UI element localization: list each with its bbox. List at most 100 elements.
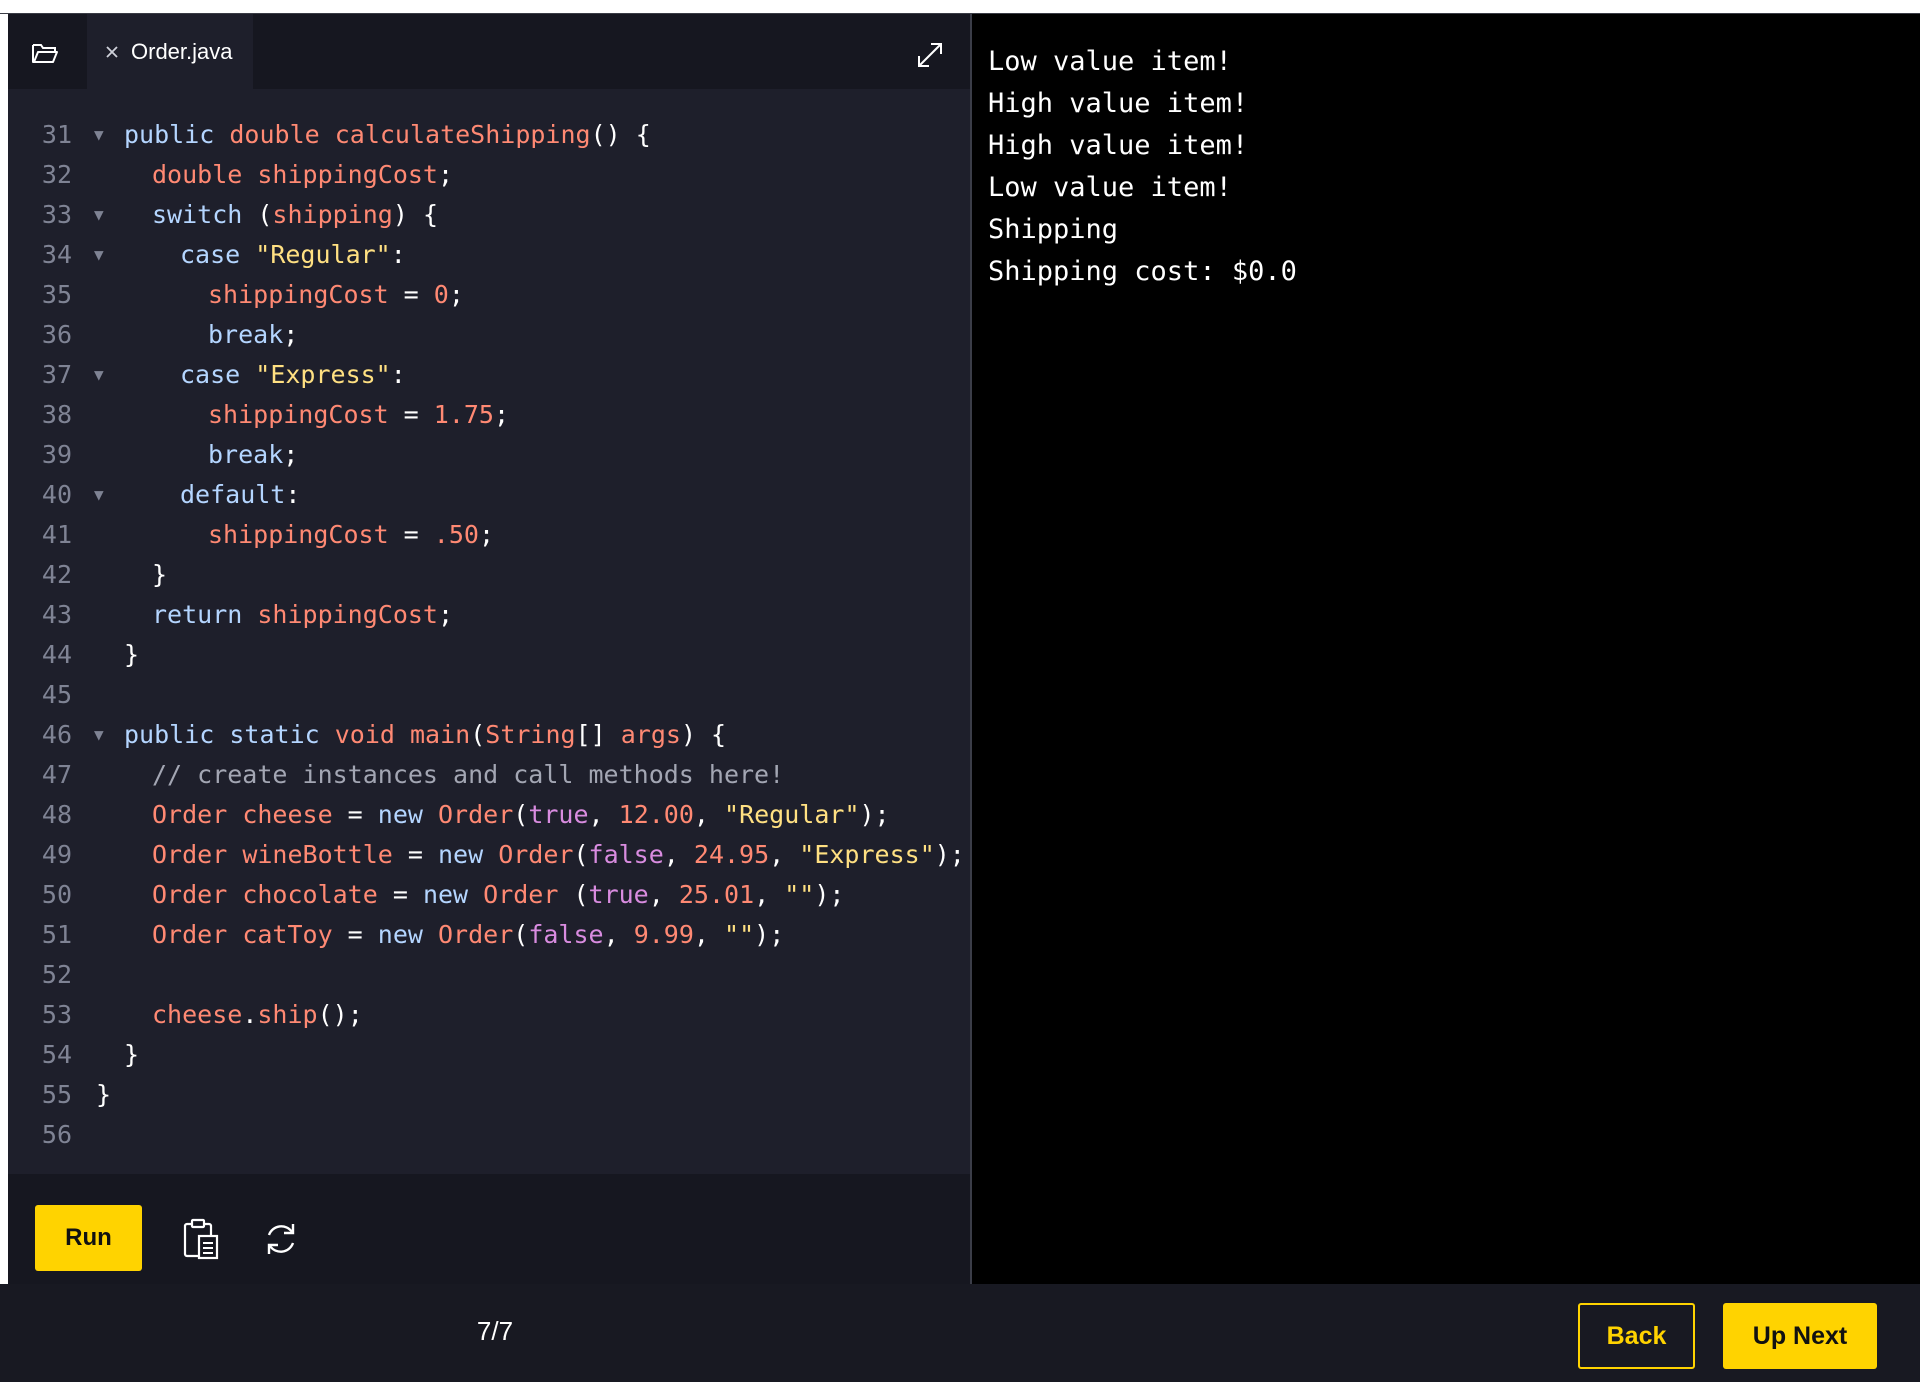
top-border xyxy=(0,0,1920,14)
code-line[interactable]: 51 Order catToy = new Order(false, 9.99, … xyxy=(8,915,970,955)
fold-caret-icon[interactable]: ▼ xyxy=(94,475,114,515)
code-token: , xyxy=(754,880,785,909)
code-token: new xyxy=(422,880,484,909)
code-text: public static void main(String[] args) { xyxy=(124,715,726,755)
close-icon[interactable] xyxy=(103,43,121,61)
code-line[interactable]: 49 Order wineBottle = new Order(false, 24… xyxy=(8,835,970,875)
line-number: 33 xyxy=(41,200,72,229)
code-line[interactable]: 48 Order cheese = new Order(true, 12.00, … xyxy=(8,795,970,835)
fold-caret-icon[interactable]: ▼ xyxy=(94,115,114,155)
code-token: .50 xyxy=(433,520,479,549)
code-token: = xyxy=(388,400,434,429)
line-number: 51 xyxy=(41,920,72,949)
code-token: shippingCost xyxy=(208,280,389,309)
code-text: shippingCost = 0; xyxy=(208,275,464,315)
code-token: catToy xyxy=(242,920,333,949)
code-line[interactable]: 45 xyxy=(8,675,970,715)
code-token: cheese xyxy=(242,800,333,829)
fold-caret-icon[interactable]: ▼ xyxy=(94,235,114,275)
code-line[interactable]: 37 ▼ case "Express": xyxy=(8,355,970,395)
expand-icon[interactable] xyxy=(913,38,947,72)
code-token: double xyxy=(152,160,258,189)
code-token: ; xyxy=(437,600,454,629)
code-line[interactable]: 53 cheese.ship(); xyxy=(8,995,970,1035)
code-line[interactable]: 43 return shippingCost; xyxy=(8,595,970,635)
line-number: 53 xyxy=(41,1000,72,1029)
code-token: true xyxy=(528,800,589,829)
tab-order-java[interactable]: Order.java xyxy=(87,14,253,89)
code-text: break; xyxy=(208,435,298,475)
code-token: ; xyxy=(478,520,494,549)
code-text: } xyxy=(152,555,167,595)
code-token: 1.75 xyxy=(433,400,494,429)
code-token: Order xyxy=(438,920,514,949)
code-token: . xyxy=(242,1000,258,1029)
back-button[interactable]: Back xyxy=(1578,1303,1695,1369)
code-token: chocolate xyxy=(242,880,378,909)
code-token: Order xyxy=(483,880,574,909)
code-token: Order xyxy=(438,800,514,829)
code-line[interactable]: 33 ▼ switch (shipping) { xyxy=(8,195,970,235)
code-token: ; xyxy=(494,400,510,429)
code-text: shippingCost = .50; xyxy=(208,515,494,555)
code-line[interactable]: 56 xyxy=(8,1115,970,1155)
app-window: Order.java 31 ▼ public double calculateShi… xyxy=(0,0,1920,1382)
run-button[interactable]: Run xyxy=(35,1205,142,1271)
code-token: return xyxy=(152,600,258,629)
line-number: 47 xyxy=(41,760,72,789)
folder-icon[interactable] xyxy=(28,36,62,70)
code-text: double shippingCost; xyxy=(152,155,453,195)
code-token: new xyxy=(377,800,438,829)
output-line: Shipping xyxy=(988,214,1119,245)
code-token: , xyxy=(663,840,694,869)
code-token: Order xyxy=(152,800,243,829)
fold-caret-icon[interactable]: ▼ xyxy=(94,715,114,755)
clipboard-icon[interactable] xyxy=(178,1216,224,1262)
code-token: ); xyxy=(934,840,965,869)
code-line[interactable]: 35 shippingCost = 0; xyxy=(8,275,970,315)
output-line: Shipping cost: $0.0 xyxy=(988,256,1297,287)
code-token: } xyxy=(152,560,168,589)
code-token: "" xyxy=(784,880,815,909)
fold-caret-icon[interactable]: ▼ xyxy=(94,355,114,395)
code-line[interactable]: 50 Order chocolate = new Order (true, 25.… xyxy=(8,875,970,915)
code-line[interactable]: 52 xyxy=(8,955,970,995)
line-number: 56 xyxy=(41,1120,72,1149)
line-number: 39 xyxy=(41,440,72,469)
code-line[interactable]: 54} xyxy=(8,1035,970,1075)
code-token: ( xyxy=(513,800,529,829)
code-line[interactable]: 44} xyxy=(8,635,970,675)
code-token: Order xyxy=(498,840,574,869)
line-number: 45 xyxy=(41,680,72,709)
left-border xyxy=(0,14,8,1284)
code-line[interactable]: 31 ▼ public double calculateShipping() { xyxy=(8,115,970,155)
code-text: Order wineBottle = new Order(false, 24.9… xyxy=(152,835,965,875)
code-line[interactable]: 42} xyxy=(8,555,970,595)
code-area[interactable]: 31 ▼ public double calculateShipping() {32… xyxy=(8,89,970,1174)
code-editor-panel: Order.java 31 ▼ public double calculateShi… xyxy=(8,14,970,1284)
code-line[interactable]: 36 break; xyxy=(8,315,970,355)
code-line[interactable]: 41 shippingCost = .50; xyxy=(8,515,970,555)
up-next-button[interactable]: Up Next xyxy=(1723,1303,1877,1369)
code-token: cheese xyxy=(152,1000,243,1029)
refresh-icon[interactable] xyxy=(258,1216,304,1262)
code-line[interactable]: 32 double shippingCost; xyxy=(8,155,970,195)
code-line[interactable]: 46 ▼ public static void main(String[] args… xyxy=(8,715,970,755)
code-token: public xyxy=(124,120,230,149)
code-line[interactable]: 39 break; xyxy=(8,435,970,475)
code-line[interactable]: 38 shippingCost = 1.75; xyxy=(8,395,970,435)
code-line[interactable]: 55} xyxy=(8,1075,970,1115)
code-line[interactable]: 34 ▼ case "Regular": xyxy=(8,235,970,275)
code-line[interactable]: 47 // create instances and call methods h… xyxy=(8,755,970,795)
code-text: case "Express": xyxy=(180,355,406,395)
code-token: , xyxy=(693,800,725,829)
fold-caret-icon[interactable]: ▼ xyxy=(94,195,114,235)
editor-tab-bar: Order.java xyxy=(8,14,970,89)
code-token: = xyxy=(392,840,438,869)
code-token: 12.00 xyxy=(618,800,694,829)
code-token: : xyxy=(390,360,406,389)
code-line[interactable]: 40 ▼ default: xyxy=(8,475,970,515)
code-token: args xyxy=(620,720,681,749)
code-token: = xyxy=(332,800,378,829)
code-token: new xyxy=(437,840,499,869)
